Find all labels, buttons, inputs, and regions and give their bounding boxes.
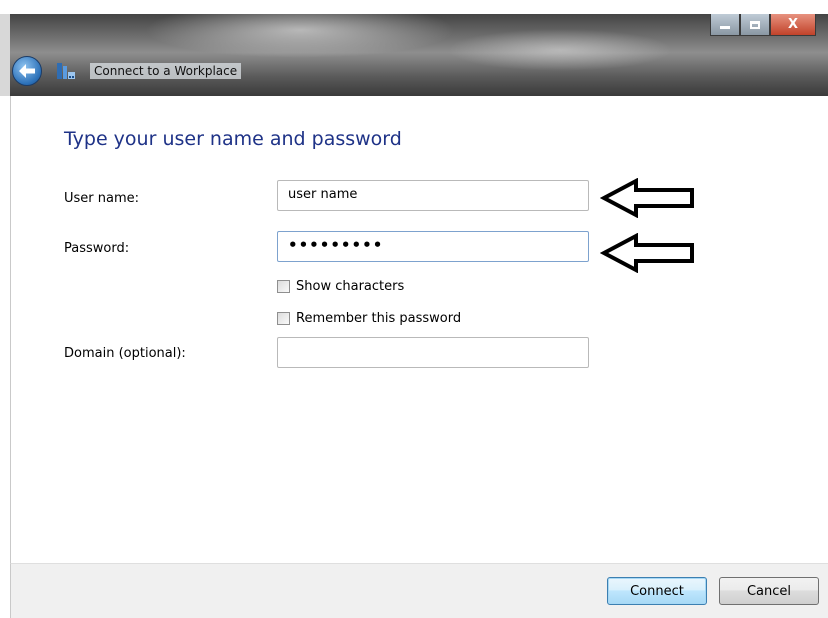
title-bar-top-strip [0, 0, 828, 14]
dialog-content [10, 96, 828, 563]
maximize-icon [750, 20, 760, 29]
username-label: User name: [64, 191, 140, 206]
page-heading: Type your user name and password [64, 128, 402, 150]
window-title: Connect to a Workplace [90, 63, 242, 79]
back-button[interactable] [12, 56, 42, 86]
domain-field[interactable] [277, 337, 589, 368]
show-characters-option[interactable]: Show characters [277, 279, 404, 294]
close-icon: X [787, 17, 799, 32]
remember-password-option[interactable]: Remember this password [277, 311, 461, 326]
connect-button[interactable]: Connect [607, 577, 707, 605]
domain-label: Domain (optional): [64, 346, 186, 361]
remember-password-label: Remember this password [296, 311, 462, 326]
window-controls: X [710, 14, 816, 38]
remember-password-checkbox[interactable] [277, 312, 290, 325]
show-characters-label: Show characters [296, 279, 405, 294]
back-arrow-icon [19, 64, 35, 78]
title-bar [0, 0, 828, 96]
password-field[interactable]: ••••••••• [277, 231, 589, 262]
minimize-button[interactable] [710, 14, 740, 36]
left-arrow-icon [600, 233, 694, 273]
username-field[interactable]: user name [277, 180, 589, 211]
password-label: Password: [64, 241, 130, 256]
cancel-button[interactable]: Cancel [719, 577, 819, 605]
network-connection-icon [57, 63, 75, 79]
window-left-edge [0, 14, 10, 96]
maximize-button[interactable] [740, 14, 770, 36]
minimize-icon [720, 26, 730, 29]
close-button[interactable]: X [770, 14, 816, 36]
show-characters-checkbox[interactable] [277, 280, 290, 293]
left-arrow-icon [600, 178, 694, 218]
